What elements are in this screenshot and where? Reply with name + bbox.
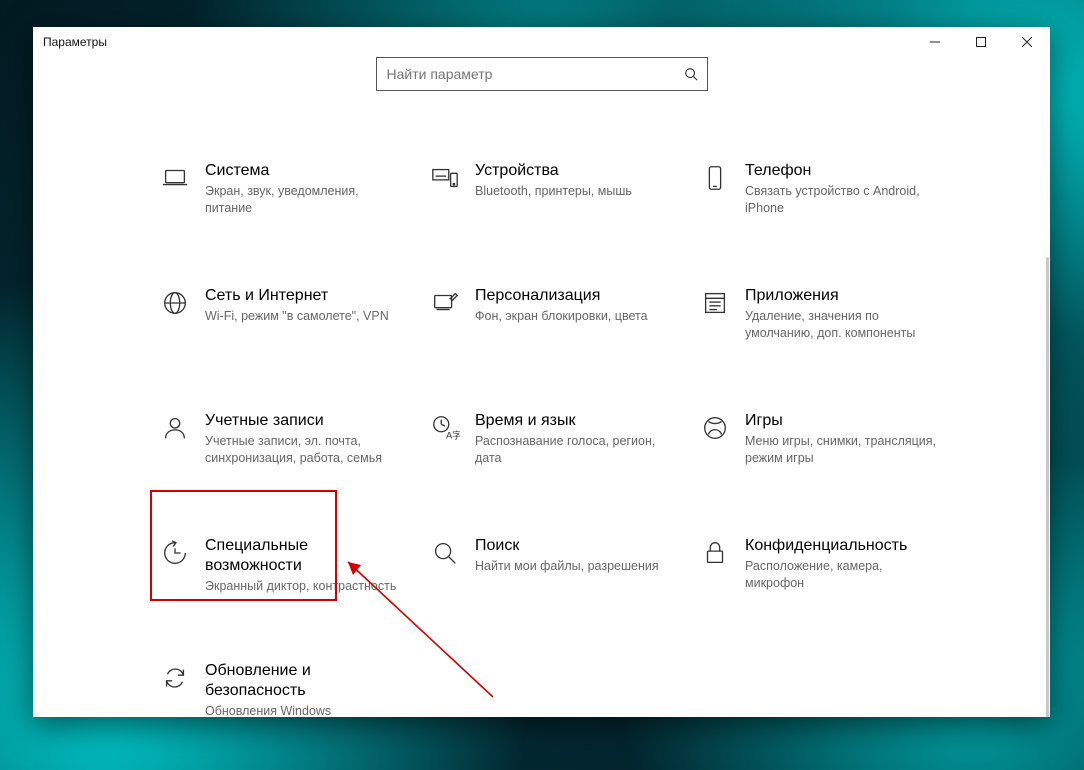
tile-desc: Wi-Fi, режим "в самолете", VPN — [205, 308, 389, 325]
xbox-icon — [693, 411, 737, 443]
tile-personalization[interactable]: Персонализация Фон, экран блокировки, цв… — [423, 268, 693, 393]
tile-title: Поиск — [475, 536, 659, 556]
tile-accounts[interactable]: Учетные записи Учетные записи, эл. почта… — [153, 393, 423, 518]
sync-icon — [153, 661, 197, 693]
tile-search[interactable]: Поиск Найти мои файлы, разрешения — [423, 518, 693, 643]
tile-title: Игры — [745, 411, 945, 431]
search-bar[interactable] — [376, 57, 708, 91]
tile-title: Обновление и безопасность — [205, 661, 405, 701]
window-controls — [912, 27, 1050, 57]
window-title: Параметры — [43, 35, 107, 49]
lock-icon — [693, 536, 737, 568]
tile-title: Учетные записи — [205, 411, 405, 431]
tile-apps[interactable]: Приложения Удаление, значения по умолчан… — [693, 268, 963, 393]
tile-desc: Bluetooth, принтеры, мышь — [475, 183, 632, 200]
settings-window: Параметры — [33, 27, 1050, 717]
search-input[interactable] — [377, 66, 675, 82]
tile-title: Специальные возможности — [205, 536, 405, 576]
tile-title: Система — [205, 161, 405, 181]
tile-desc: Учетные записи, эл. почта, синхронизация… — [205, 433, 405, 467]
maximize-icon — [976, 37, 986, 47]
close-button[interactable] — [1004, 27, 1050, 57]
tile-desc: Найти мои файлы, разрешения — [475, 558, 659, 575]
tile-title: Конфиденциальность — [745, 536, 945, 556]
maximize-button[interactable] — [958, 27, 1004, 57]
tile-desc: Обновления Windows — [205, 703, 405, 717]
tile-title: Приложения — [745, 286, 945, 306]
minimize-button[interactable] — [912, 27, 958, 57]
phone-icon — [693, 161, 737, 193]
person-icon — [153, 411, 197, 443]
tile-title: Устройства — [475, 161, 632, 181]
tile-gaming[interactable]: Игры Меню игры, снимки, трансляция, режи… — [693, 393, 963, 518]
time-language-icon: A字 — [423, 411, 467, 443]
tile-desc: Расположение, камера, микрофон — [745, 558, 945, 592]
tile-desc: Фон, экран блокировки, цвета — [475, 308, 648, 325]
tile-title: Персонализация — [475, 286, 648, 306]
tile-privacy[interactable]: Конфиденциальность Расположение, камера,… — [693, 518, 963, 643]
tile-desc: Удаление, значения по умолчанию, доп. ко… — [745, 308, 945, 342]
close-icon — [1022, 37, 1032, 47]
svg-text:A字: A字 — [446, 429, 460, 440]
search-icon — [675, 67, 707, 81]
globe-icon — [153, 286, 197, 318]
window-content: Система Экран, звук, уведомления, питани… — [33, 57, 1050, 717]
laptop-icon — [153, 161, 197, 193]
magnifier-icon — [423, 536, 467, 568]
tile-title: Сеть и Интернет — [205, 286, 389, 306]
titlebar[interactable]: Параметры — [33, 27, 1050, 57]
paint-icon — [423, 286, 467, 318]
settings-grid: Система Экран, звук, уведомления, питани… — [153, 143, 1010, 717]
apps-icon — [693, 286, 737, 318]
ease-of-access-icon — [153, 536, 197, 568]
tile-network[interactable]: Сеть и Интернет Wi-Fi, режим "в самолете… — [153, 268, 423, 393]
tile-ease-of-access[interactable]: Специальные возможности Экранный диктор,… — [153, 518, 423, 643]
scrollbar[interactable] — [1046, 257, 1049, 717]
tile-time-language[interactable]: A字 Время и язык Распознавание голоса, ре… — [423, 393, 693, 518]
tile-devices[interactable]: Устройства Bluetooth, принтеры, мышь — [423, 143, 693, 268]
tile-title: Телефон — [745, 161, 945, 181]
tile-phone[interactable]: Телефон Связать устройство с Android, iP… — [693, 143, 963, 268]
minimize-icon — [930, 37, 940, 47]
tile-desc: Распознавание голоса, регион, дата — [475, 433, 675, 467]
tile-title: Время и язык — [475, 411, 675, 431]
tile-desc: Меню игры, снимки, трансляция, режим игр… — [745, 433, 945, 467]
devices-icon — [423, 161, 467, 193]
tile-desc: Связать устройство с Android, iPhone — [745, 183, 945, 217]
tile-desc: Экран, звук, уведомления, питание — [205, 183, 405, 217]
tile-system[interactable]: Система Экран, звук, уведомления, питани… — [153, 143, 423, 268]
tile-update-security[interactable]: Обновление и безопасность Обновления Win… — [153, 643, 423, 717]
tile-desc: Экранный диктор, контрастность — [205, 578, 405, 595]
